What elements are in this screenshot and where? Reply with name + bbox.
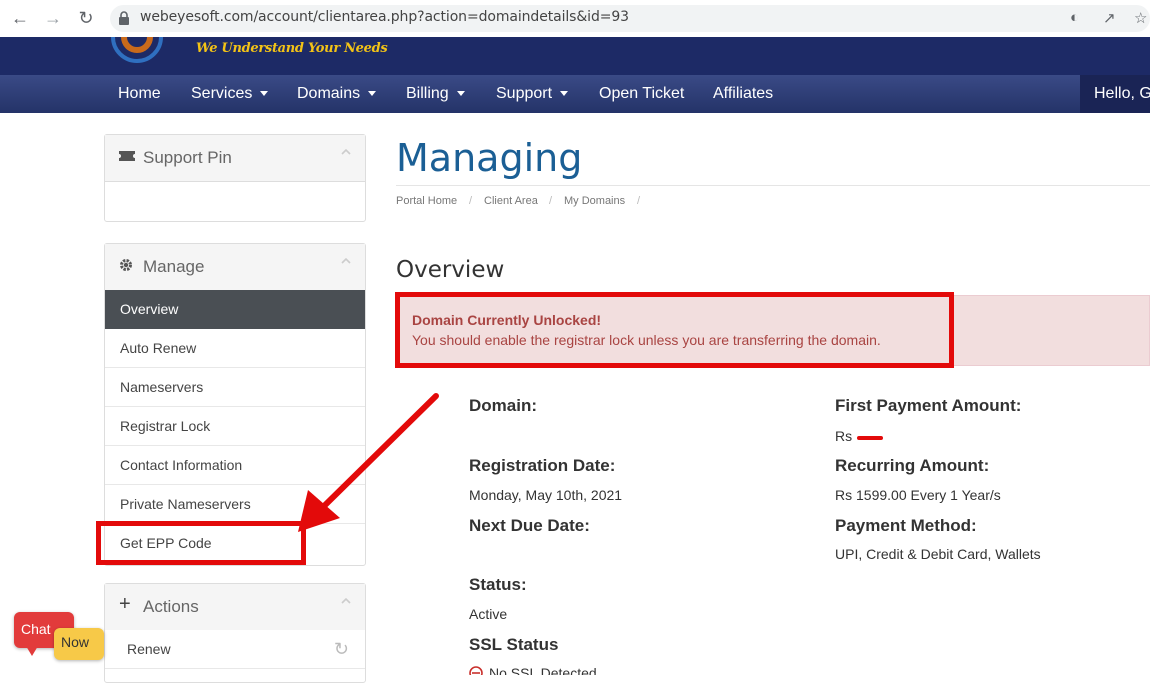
nav-billing[interactable]: Billing [406, 75, 465, 113]
nav-support[interactable]: Support [496, 75, 569, 113]
redaction-mark [857, 436, 883, 440]
now-bubble[interactable]: Now [54, 628, 104, 660]
nav-services-label: Services [191, 85, 253, 102]
manage-title: Manage [143, 257, 205, 276]
chevron-up-icon[interactable] [341, 256, 351, 266]
registration-date-value: Monday, May 10th, 2021 [469, 487, 623, 503]
recurring-amount-value: Rs 1599.00 Every 1 Year/s [835, 487, 1001, 503]
actions-panel: + Actions Renew ↻ [104, 583, 366, 683]
breadcrumb-separator: / [637, 195, 641, 207]
sidebar-item-overview[interactable]: Overview [105, 290, 365, 329]
page-title: Managing [396, 136, 583, 180]
annotation-highlight-epp [96, 521, 306, 565]
caret-down-icon [260, 91, 269, 97]
nav-domains-label: Domains [297, 85, 361, 102]
status-value: Active [469, 606, 508, 622]
breadcrumb-separator: / [549, 195, 553, 207]
user-greeting-menu[interactable]: Hello, Ga [1080, 75, 1150, 113]
url-text[interactable]: webeyesoft.com/account/clientarea.php?ac… [140, 9, 629, 25]
main-navigation [0, 75, 1150, 113]
tagline: We Understand Your Needs [196, 41, 388, 56]
gear-icon [119, 258, 133, 276]
actions-title: Actions [143, 597, 199, 616]
nav-open-ticket-label: Open Ticket [599, 85, 685, 102]
overview-heading: Overview [396, 257, 505, 283]
chevron-up-icon[interactable] [341, 147, 351, 157]
ssl-status-label: SSL Status [469, 635, 559, 654]
nav-home[interactable]: Home [118, 75, 161, 113]
nav-support-label: Support [496, 85, 553, 102]
forward-arrow-icon[interactable]: → [41, 7, 65, 29]
chevron-up-icon[interactable] [341, 596, 351, 606]
refresh-icon: ↻ [333, 639, 349, 659]
support-pin-panel-header[interactable]: Support Pin [105, 135, 365, 182]
caret-down-icon [368, 91, 377, 97]
chat-bubble-tail [26, 646, 38, 656]
ticket-icon [119, 149, 135, 166]
registration-date-label: Registration Date: [469, 456, 616, 475]
manage-panel-header[interactable]: Manage [105, 244, 365, 291]
payment-method-value: UPI, Credit & Debit Card, Wallets [835, 546, 1041, 562]
annotation-arrow [298, 393, 439, 532]
star-icon[interactable]: ☆ [1134, 9, 1147, 27]
reload-icon[interactable]: ↻ [74, 7, 98, 29]
caret-down-icon [560, 91, 569, 97]
first-payment-value: Rs [835, 428, 853, 444]
ssl-warning-icon [469, 666, 483, 675]
share-icon[interactable]: ↗ [1103, 9, 1116, 27]
breadcrumb-portal-home[interactable]: Portal Home [396, 195, 457, 207]
nav-billing-label: Billing [406, 85, 449, 102]
sidebar-item-renew[interactable]: Renew ↻ [105, 630, 365, 669]
caret-down-icon [456, 91, 465, 97]
status-label: Status: [469, 575, 527, 594]
plus-icon: + [119, 593, 131, 615]
sidebar-item-auto-renew[interactable]: Auto Renew [105, 329, 365, 368]
ssl-status-value: No SSL Detected [489, 665, 597, 675]
renew-label: Renew [127, 641, 171, 657]
nav-affiliates-label: Affiliates [713, 85, 774, 102]
first-payment-label: First Payment Amount: [835, 396, 1022, 415]
breadcrumb-client-area[interactable]: Client Area [484, 195, 538, 207]
back-arrow-icon[interactable]: ← [8, 7, 32, 29]
actions-panel-header[interactable]: + Actions [105, 584, 365, 631]
next-due-date-label: Next Due Date: [469, 516, 590, 535]
nav-domains[interactable]: Domains [297, 75, 377, 113]
breadcrumb-separator: / [469, 195, 473, 207]
breadcrumb-my-domains[interactable]: My Domains [564, 195, 625, 207]
recurring-amount-label: Recurring Amount: [835, 456, 990, 475]
nav-affiliates[interactable]: Affiliates [713, 75, 773, 113]
domain-label: Domain: [469, 396, 537, 415]
title-divider [396, 185, 1150, 186]
nav-home-label: Home [118, 85, 161, 102]
nav-open-ticket[interactable]: Open Ticket [599, 75, 684, 113]
payment-method-label: Payment Method: [835, 516, 977, 535]
logo[interactable] [110, 37, 165, 65]
eye-off-icon[interactable]: ◐ [1070, 9, 1079, 26]
lock-icon[interactable] [118, 11, 130, 25]
site-header [0, 37, 1150, 75]
nav-services[interactable]: Services [191, 75, 269, 113]
annotation-highlight-alert [395, 292, 954, 368]
support-pin-title: Support Pin [143, 148, 232, 167]
support-pin-panel: Support Pin [104, 134, 366, 222]
